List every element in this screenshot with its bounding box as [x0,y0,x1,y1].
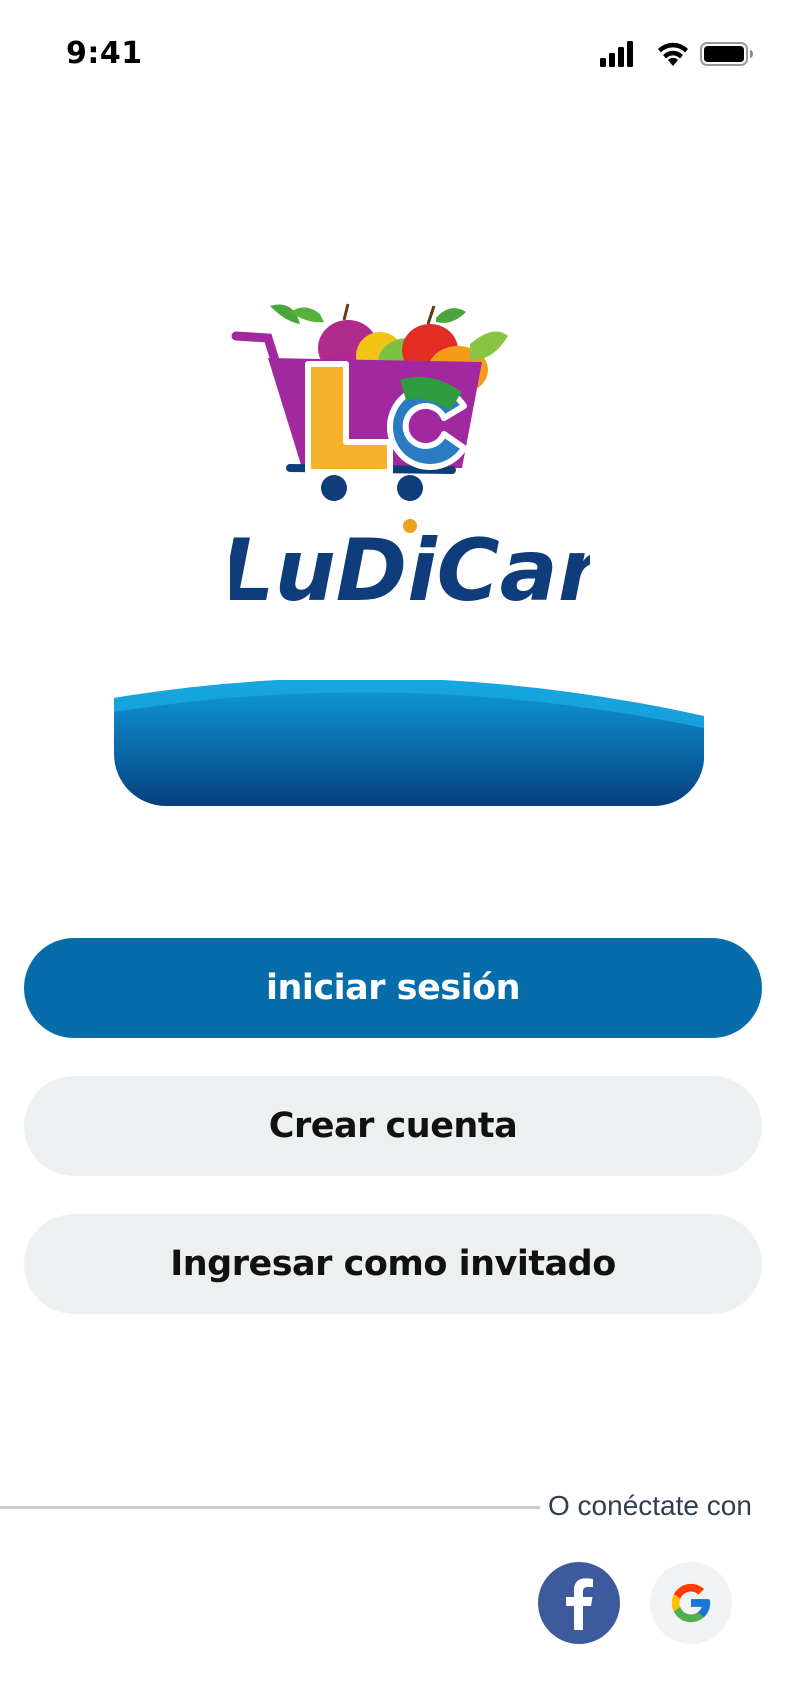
battery-icon [700,42,753,66]
status-icons [600,41,753,67]
wifi-icon [658,42,688,66]
brand-wordmark: LuDiCar [230,521,590,621]
divider-line [0,1506,540,1509]
create-account-button[interactable]: Crear cuenta [24,1076,762,1176]
guest-login-button[interactable]: Ingresar como invitado [24,1214,762,1314]
google-icon [671,1583,711,1623]
signal-icon [600,41,633,67]
status-bar: 9:41 [0,0,786,110]
wordmark-dot [403,519,417,533]
facebook-login-button[interactable] [538,1562,620,1644]
facebook-icon [566,1578,593,1630]
connect-with-label: O conéctate con [548,1490,752,1521]
brand-logo: LuDiCar [220,300,605,640]
google-login-button[interactable] [650,1562,732,1644]
login-button[interactable]: iniciar sesión [24,938,762,1038]
blue-banner [114,680,704,807]
status-time: 9:41 [66,36,143,71]
